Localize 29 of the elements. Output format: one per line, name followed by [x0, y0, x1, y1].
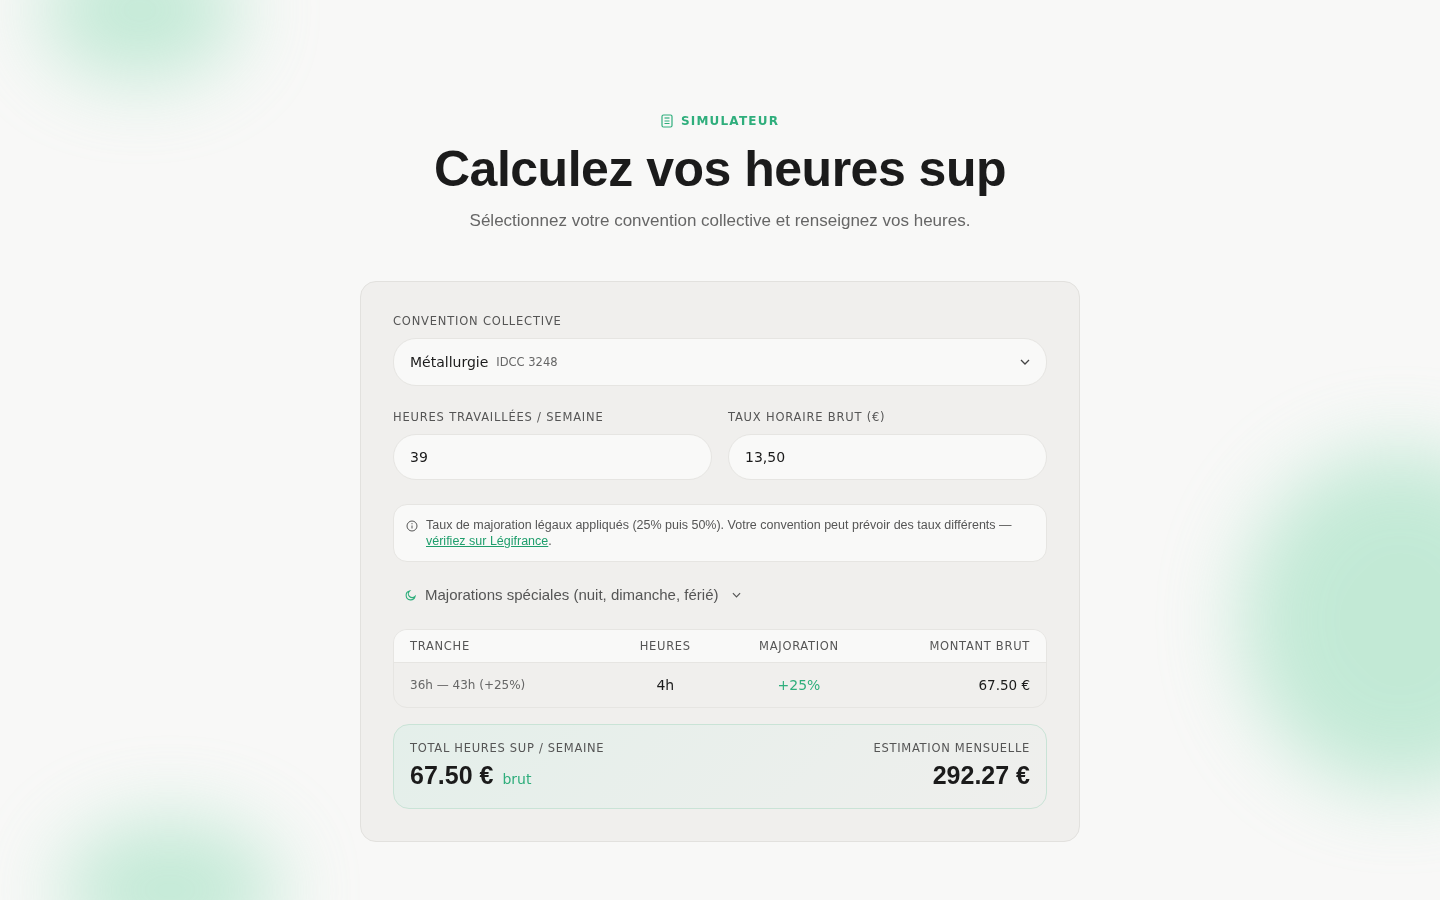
convention-select[interactable]: Métallurgie IDCC 3248 — [393, 338, 1047, 386]
column-header: HEURES — [638, 639, 692, 653]
total-value: 67.50 € — [410, 761, 494, 790]
eyebrow-label: SIMULATEUR — [680, 114, 780, 128]
column-header: MAJORATION — [758, 639, 840, 653]
table-cell-text: 36h — 43h (+25%) — [410, 678, 527, 692]
special-toggle[interactable]: Majorations spéciales (nuit, dimanche, férié) — [405, 586, 742, 603]
moon-icon — [405, 588, 417, 601]
table-cell-text: 4h — [655, 677, 676, 693]
page-title: Calculez vos heures sup — [433, 142, 1006, 197]
field-label: HEURES TRAVAILLÉES / SEMAINE — [393, 410, 605, 424]
monthly-value: 292.27 € — [931, 761, 1030, 790]
monthly-label: ESTIMATION MENSUELLE — [873, 741, 1030, 755]
table-cell-text: 67.50 € — [977, 677, 1030, 693]
total-label: TOTAL HEURES SUP / SEMAINE — [410, 741, 605, 755]
info-text: Taux de majoration légaux appliqués (25% puis 50%). Votre convention peut prévoir des taux différents — vérifiez sur Légifrance. — [426, 517, 1013, 549]
input-field[interactable]: 39 — [393, 434, 712, 480]
field-label: CONVENTION COLLECTIVE — [393, 314, 563, 328]
info-icon — [406, 520, 418, 532]
column-header: TRANCHE — [410, 639, 471, 653]
chevron-down-icon — [732, 591, 742, 598]
input-field[interactable]: 13,50 — [728, 434, 1047, 480]
unit-label: brut — [502, 771, 532, 787]
chevron-down-icon — [1020, 359, 1030, 365]
calculator-icon — [660, 114, 673, 128]
table-cell-text: +25% — [776, 677, 822, 693]
page-subtitle: Sélectionnez votre convention collective et renseignez vos heures. — [469, 211, 971, 231]
field-label: TAUX HORAIRE BRUT (€) — [728, 410, 887, 424]
column-header: MONTANT BRUT — [928, 639, 1030, 653]
